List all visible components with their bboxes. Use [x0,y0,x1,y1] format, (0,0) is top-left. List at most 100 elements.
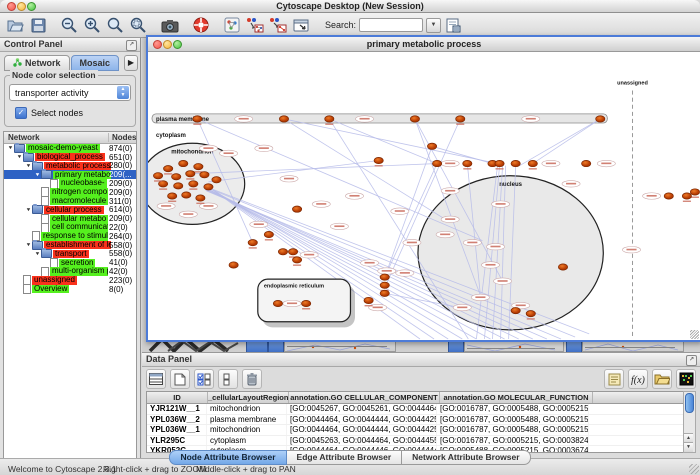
tab-network[interactable]: Network [4,55,70,71]
save-session-icon[interactable] [29,16,48,35]
network-tree-row[interactable]: ▼transport558(0) [4,250,136,259]
network-tree-row[interactable]: ▼primary metabo209(... [4,170,136,179]
help-lifesaver-icon[interactable] [191,16,210,35]
network-node[interactable] [193,116,202,122]
table-column-header[interactable] [593,392,683,403]
zoom-out-icon[interactable] [60,16,79,35]
network-node[interactable] [463,160,472,166]
network-tree-row[interactable]: macromolecule311(0) [4,197,136,206]
network-node[interactable] [427,143,436,149]
disclosure-triangle-icon[interactable]: ▼ [25,243,32,248]
network-node[interactable] [288,249,297,255]
region-nucleus[interactable] [418,176,603,330]
import-window-icon[interactable] [291,16,310,35]
network-node[interactable] [174,183,183,189]
zoom-selected-icon[interactable] [129,16,148,35]
delete-attribute-icon[interactable] [242,369,262,389]
table-row[interactable]: YLR295Ccytoplasm[GO:0045263, GO:0044464,… [147,436,683,447]
new-attribute-icon[interactable] [170,369,190,389]
select-attributes-icon[interactable] [194,369,214,389]
network-node[interactable] [596,116,605,122]
vizmap-edges-icon[interactable] [268,16,287,35]
window-resize-grip[interactable] [689,464,699,474]
disclosure-triangle-icon[interactable]: ▼ [25,208,32,213]
network-node[interactable] [186,171,195,177]
network-node[interactable] [495,160,504,166]
table-column-header[interactable]: annotation.GO CELLULAR_COMPONENT [289,392,440,403]
close-view-button[interactable] [153,40,162,49]
tab-node-attribute-browser[interactable]: Node Attribute Browser [169,450,286,465]
network-node[interactable] [292,206,301,212]
network-node[interactable] [204,184,213,190]
network-view-window[interactable]: primary metabolic process plasma membran… [146,35,700,342]
network-node[interactable] [511,160,520,166]
attribute-matrix-icon[interactable] [676,369,696,389]
network-node[interactable] [182,192,191,198]
attribute-table[interactable]: ID_cellularLayoutRegionannotation.GO CEL… [146,391,684,453]
network-node[interactable] [380,282,389,288]
import-attributes-icon[interactable] [652,369,672,389]
network-tree-row[interactable]: Overview8(0) [4,285,136,294]
zoom-in-icon[interactable] [83,16,102,35]
minimize-view-button[interactable] [163,40,172,49]
scrollbar-thumb[interactable] [685,393,694,413]
network-tree-row[interactable]: ▼cellular process614(0) [4,206,136,215]
edge[interactable] [533,119,600,164]
unselect-attributes-icon[interactable] [218,369,238,389]
network-node[interactable] [690,189,699,195]
network-node[interactable] [273,300,282,306]
network-node[interactable] [172,174,181,180]
search-options-icon[interactable] [444,16,463,35]
network-node[interactable] [229,262,238,268]
disclosure-triangle-icon[interactable]: ▼ [34,252,41,257]
network-node[interactable] [264,231,273,237]
table-column-header[interactable]: ID [147,392,208,403]
table-row[interactable]: YJR121W__1mitochondrion[GO:0045267, GO:0… [147,404,683,415]
node-color-dropdown[interactable]: transporter activity ▲▼ [9,84,131,101]
network-tree-row[interactable]: response to stimulu264(0) [4,232,136,241]
network-node[interactable] [511,307,520,313]
network-canvas[interactable]: plasma membranecytoplasmnucleusmitochond… [148,52,700,340]
network-node[interactable] [432,160,441,166]
select-nodes-checkbox[interactable]: ✓ [15,107,27,119]
disclosure-triangle-icon[interactable]: ▼ [34,172,41,177]
zoom-fit-icon[interactable] [106,16,125,35]
network-node[interactable] [194,163,203,169]
tab-network-attribute-browser[interactable]: Network Attribute Browser [402,450,530,465]
float-panel-icon[interactable]: ↗ [126,40,137,51]
network-node[interactable] [664,193,673,199]
network-node[interactable] [410,116,419,122]
zoom-window-button[interactable] [27,2,36,11]
tab-overflow-button[interactable]: ▶ [124,55,138,71]
network-tree-row[interactable]: ▼biological_process651(0) [4,153,136,162]
network-overview-icon[interactable] [222,16,241,35]
network-tree-row[interactable]: ▼establishment of lo558(0) [4,241,136,250]
table-vertical-scrollbar[interactable]: ▲ ▼ [683,391,696,453]
network-tree-row[interactable]: cellular metabo209(0) [4,214,136,223]
table-column-header[interactable]: _cellularLayoutRegion [208,392,289,403]
network-node[interactable] [212,177,221,183]
edge[interactable] [520,119,601,166]
network-node[interactable] [364,297,373,303]
network-node[interactable] [582,160,591,166]
network-node[interactable] [196,195,205,201]
network-node[interactable] [164,165,173,171]
vizmap-nodes-icon[interactable] [245,16,264,35]
network-node[interactable] [528,160,537,166]
network-node[interactable] [168,193,177,199]
zoom-view-button[interactable] [173,40,182,49]
disclosure-triangle-icon[interactable]: ▼ [25,164,32,169]
network-node[interactable] [325,116,334,122]
network-node[interactable] [558,264,567,270]
edge[interactable] [284,119,498,164]
attribute-table-icon[interactable] [146,369,166,389]
open-file-icon[interactable] [6,16,25,35]
network-tree-row[interactable]: nitrogen compo209(0) [4,188,136,197]
float-panel-icon[interactable]: ↗ [686,355,697,366]
network-view-titlebar[interactable]: primary metabolic process [148,37,700,52]
disclosure-triangle-icon[interactable]: ▼ [16,155,23,160]
network-tree-row[interactable]: nucleobase-209(0) [4,179,136,188]
network-node[interactable] [456,116,465,122]
network-node[interactable] [179,160,188,166]
minimize-window-button[interactable] [17,2,26,11]
